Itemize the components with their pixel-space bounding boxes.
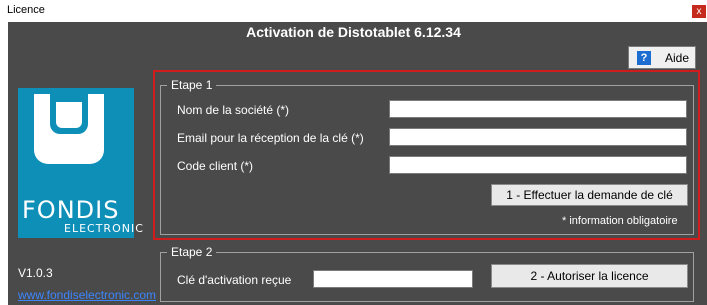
request-key-button[interactable]: 1 - Effectuer la demande de clé — [491, 184, 688, 206]
client-code-input[interactable] — [389, 156, 687, 174]
logo-u-icon — [34, 94, 104, 164]
step1-title: Etape 1 — [167, 78, 217, 92]
title-bar: Licence x — [0, 0, 707, 23]
left-edge — [0, 22, 8, 305]
version-label: V1.0.3 — [18, 266, 53, 280]
step2-title: Etape 2 — [167, 245, 217, 259]
close-icon: x — [696, 6, 702, 17]
website-link[interactable]: www.fondiselectronic.com — [18, 288, 156, 302]
help-button-label: Aide — [664, 51, 689, 65]
email-input[interactable] — [389, 128, 687, 146]
company-label: Nom de la société (*) — [177, 103, 290, 117]
company-input[interactable] — [389, 100, 687, 118]
brand-subtitle: ELECTRONIC — [64, 222, 144, 235]
dialog-heading: Activation de Distotablet 6.12.34 — [246, 24, 461, 40]
help-icon: ? — [637, 51, 651, 65]
close-button[interactable]: x — [692, 5, 706, 18]
brand-logo: FONDIS ELECTRONIC — [18, 88, 143, 238]
authorize-license-button[interactable]: 2 - Autoriser la licence — [491, 264, 688, 288]
activation-key-label: Clé d'activation reçue — [177, 273, 292, 287]
client-code-label: Code client (*) — [177, 159, 254, 173]
window-title: Licence — [7, 4, 45, 16]
required-note: * information obligatoire — [562, 215, 678, 227]
help-button[interactable]: ? Aide — [628, 46, 696, 69]
brand-name: FONDIS — [22, 196, 120, 224]
email-label: Email pour la réception de la clé (*) — [177, 131, 364, 145]
activation-key-input[interactable] — [313, 270, 473, 288]
